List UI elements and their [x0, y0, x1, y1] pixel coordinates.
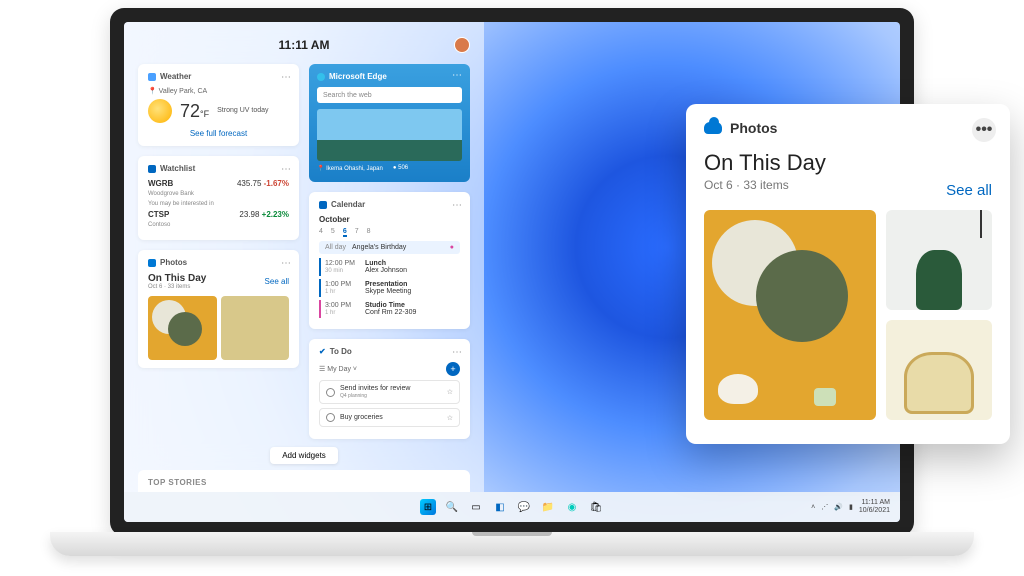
edge-points: ● 506	[393, 165, 408, 172]
more-icon[interactable]: ⋯	[281, 164, 291, 175]
photos-app-label: Photos	[730, 120, 777, 136]
allday-event[interactable]: All day Angela's Birthday ●	[319, 241, 460, 254]
battery-icon[interactable]: ▮	[849, 503, 853, 511]
watchlist-note: You may be interested in	[148, 201, 289, 207]
see-all-link[interactable]: See all	[946, 182, 992, 199]
photo-thumb[interactable]	[886, 320, 992, 420]
search-input[interactable]: Search the web	[317, 87, 462, 103]
photo-thumb[interactable]	[148, 296, 217, 360]
stories-heading: TOP STORIES	[148, 478, 460, 487]
panel-time: 11:11 AM	[279, 38, 330, 52]
photo-thumb[interactable]	[886, 210, 992, 310]
store-icon[interactable]: 🛍	[588, 499, 604, 515]
explorer-icon[interactable]: 📁	[540, 499, 556, 515]
calendar-day-picker[interactable]: 4 5 6 7 8	[319, 228, 460, 237]
edge-icon[interactable]: ◉	[564, 499, 580, 515]
widgets-panel: 11:11 AM Weather ⋯ 📍 Valley Park, CA 72°…	[124, 22, 484, 492]
photos-title: Photos	[160, 258, 187, 267]
taskview-icon[interactable]: ▭	[468, 499, 484, 515]
photo-thumb[interactable]	[221, 296, 290, 360]
todo-widget[interactable]: ✔To Do ⋯ ☰ My Day ˅ + Send invites for r…	[309, 339, 470, 439]
photos-widget[interactable]: Photos ⋯ On This Day Oct 6 · 33 items Se…	[138, 250, 299, 368]
todo-title: To Do	[330, 347, 352, 356]
taskbar: ⊞ 🔍 ▭ ◧ 💬 📁 ◉ 🛍 ˄ ⋰ 🔊 ▮ 11:11 AM10/6/202…	[124, 492, 900, 522]
wifi-icon[interactable]: ⋰	[821, 503, 828, 511]
more-icon[interactable]: ⋯	[281, 72, 291, 83]
photo-large[interactable]	[704, 210, 876, 420]
photos-heading: On This Day	[148, 273, 206, 284]
system-tray[interactable]: ˄ ⋰ 🔊 ▮ 11:11 AM10/6/2021	[811, 499, 890, 514]
edge-image	[317, 109, 462, 161]
more-icon[interactable]: ⋯	[452, 200, 462, 211]
task-item[interactable]: Buy groceries ☆	[319, 408, 460, 427]
more-icon[interactable]: ⋯	[452, 70, 462, 81]
calendar-widget[interactable]: Calendar ⋯ October 4 5 6 7 8 All day An	[309, 192, 470, 329]
volume-icon[interactable]: 🔊	[834, 503, 843, 511]
chevron-up-icon[interactable]: ˄	[811, 504, 815, 511]
task-item[interactable]: Send invites for reviewQ4 planning ☆	[319, 380, 460, 404]
weather-temp: 72	[180, 101, 200, 121]
weather-uv: Strong UV today	[217, 106, 268, 115]
more-icon[interactable]: ⋯	[281, 258, 291, 269]
see-forecast-link[interactable]: See full forecast	[190, 129, 247, 138]
calendar-event[interactable]: 1:00 PM1 hr PresentationSkype Meeting	[319, 279, 460, 297]
chat-icon[interactable]: 💬	[516, 499, 532, 515]
watchlist-widget[interactable]: Watchlist ⋯ WGRBWoodgrove Bank 435.75 -1…	[138, 156, 299, 240]
watchlist-title: Watchlist	[160, 164, 195, 173]
calendar-event[interactable]: 3:00 PM1 hr Studio TimeConf Rm 22-309	[319, 300, 460, 318]
more-button[interactable]: •••	[972, 118, 996, 142]
user-avatar[interactable]	[454, 37, 470, 53]
onedrive-icon	[704, 122, 722, 134]
photos-card-large: Photos ••• On This Day Oct 6 · 33 items …	[686, 104, 1010, 444]
add-widgets-button[interactable]: Add widgets	[270, 447, 338, 464]
edge-location: 📍 Ikema Ohashi, Japan	[317, 165, 383, 172]
calendar-month: October	[319, 215, 460, 224]
weather-location: Valley Park, CA	[159, 88, 208, 95]
calendar-event[interactable]: 12:00 PM30 min LunchAlex Johnson	[319, 258, 460, 276]
see-all-link[interactable]: See all	[265, 277, 289, 286]
star-icon[interactable]: ☆	[447, 388, 453, 396]
start-button[interactable]: ⊞	[420, 499, 436, 515]
search-icon[interactable]: 🔍	[444, 499, 460, 515]
weather-title: Weather	[160, 72, 191, 81]
widgets-icon[interactable]: ◧	[492, 499, 508, 515]
top-stories-widget: TOP STORIES USA Today · 3 mins One of th…	[138, 470, 470, 492]
laptop-base	[50, 532, 974, 556]
task-checkbox[interactable]	[326, 388, 335, 397]
big-photos-title: On This Day	[704, 150, 992, 176]
add-task-button[interactable]: +	[446, 362, 460, 376]
star-icon[interactable]: ☆	[447, 414, 453, 422]
weather-widget[interactable]: Weather ⋯ 📍 Valley Park, CA 72°F Strong …	[138, 64, 299, 146]
edge-title: Microsoft Edge	[329, 72, 387, 81]
photos-sub: Oct 6 · 33 items	[148, 284, 206, 290]
more-icon[interactable]: ⋯	[452, 347, 462, 358]
panel-header: 11:11 AM	[138, 32, 470, 58]
calendar-title: Calendar	[331, 200, 365, 209]
sun-icon	[148, 99, 172, 123]
todo-list-selector[interactable]: ☰ My Day ˅	[319, 365, 357, 373]
edge-widget[interactable]: Microsoft Edge ⋯ Search the web 📍 Ikema …	[309, 64, 470, 182]
task-checkbox[interactable]	[326, 413, 335, 422]
